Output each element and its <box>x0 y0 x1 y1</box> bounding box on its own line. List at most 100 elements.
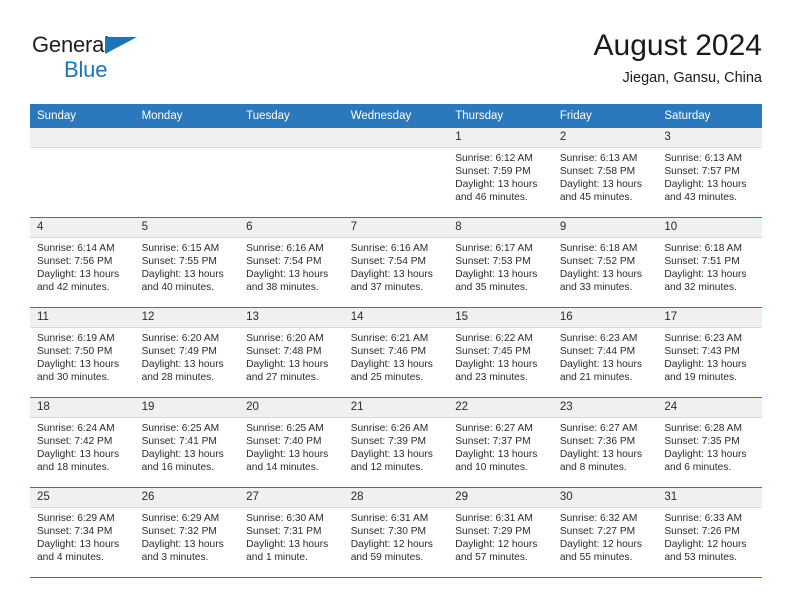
day-details: Sunrise: 6:21 AM Sunset: 7:46 PM Daylight:… <box>344 328 449 384</box>
day-details: Sunrise: 6:16 AM Sunset: 7:54 PM Daylight:… <box>344 238 449 294</box>
day-number: 2 <box>552 128 658 148</box>
day-number: 23 <box>552 398 658 418</box>
daylight-duration-line2: and 27 minutes. <box>246 372 319 384</box>
daylight-duration-line2: and 57 minutes. <box>455 552 528 564</box>
calendar-day-cell[interactable]: 13 Sunrise: 6:20 AM Sunset: 7:48 PM Dayligh… <box>239 307 344 398</box>
day-details: Sunrise: 6:14 AM Sunset: 7:56 PM Daylight:… <box>30 238 135 294</box>
daylight-duration-line1: Daylight: 13 hours <box>455 449 538 461</box>
daylight-duration-line1: Daylight: 13 hours <box>141 449 224 461</box>
weekday-header-wednesday: Wednesday <box>343 104 449 128</box>
day-number: 14 <box>343 308 449 328</box>
generalblue-logo[interactable]: General Blue <box>32 34 252 92</box>
calendar-day-cell[interactable]: 21 Sunrise: 6:26 AM Sunset: 7:39 PM Dayligh… <box>343 397 449 488</box>
day-details: Sunrise: 6:13 AM Sunset: 7:58 PM Daylight:… <box>553 148 658 204</box>
daylight-duration-line2: and 42 minutes. <box>37 282 110 294</box>
day-details: Sunrise: 6:22 AM Sunset: 7:45 PM Daylight:… <box>448 328 553 384</box>
calendar-day-cell[interactable]: 24 Sunrise: 6:28 AM Sunset: 7:35 PM Dayligh… <box>657 397 762 488</box>
day-details: Sunrise: 6:26 AM Sunset: 7:39 PM Daylight:… <box>344 418 449 474</box>
day-number: 19 <box>134 398 240 418</box>
calendar-day-cell[interactable]: 14 Sunrise: 6:21 AM Sunset: 7:46 PM Dayligh… <box>343 307 449 398</box>
calendar-day-cell[interactable]: 30 Sunrise: 6:32 AM Sunset: 7:27 PM Dayligh… <box>552 487 658 578</box>
calendar-day-cell[interactable]: 5 Sunrise: 6:15 AM Sunset: 7:55 PM Daylight… <box>134 217 240 308</box>
day-number: 16 <box>552 308 658 328</box>
sunrise-time: Sunrise: 6:19 AM <box>37 333 115 344</box>
sunrise-time: Sunrise: 6:21 AM <box>350 333 429 344</box>
sunrise-time: Sunrise: 6:27 AM <box>559 423 638 434</box>
day-details: Sunrise: 6:18 AM Sunset: 7:51 PM Daylight:… <box>657 238 762 294</box>
weekday-header-saturday: Saturday <box>657 104 762 128</box>
sunrise-time: Sunrise: 6:18 AM <box>664 243 742 254</box>
logo-triangle-icon <box>105 37 137 54</box>
day-details: Sunrise: 6:19 AM Sunset: 7:50 PM Daylight:… <box>30 328 135 384</box>
calendar-day-cell[interactable]: 2 Sunrise: 6:13 AM Sunset: 7:58 PM Daylight… <box>552 127 658 218</box>
calendar-day-cell[interactable]: 19 Sunrise: 6:25 AM Sunset: 7:41 PM Dayligh… <box>134 397 240 488</box>
day-details: Sunrise: 6:17 AM Sunset: 7:53 PM Daylight:… <box>448 238 553 294</box>
calendar-day-cell[interactable]: 8 Sunrise: 6:17 AM Sunset: 7:53 PM Daylight… <box>448 217 553 308</box>
day-details: Sunrise: 6:30 AM Sunset: 7:31 PM Daylight:… <box>239 508 344 564</box>
daylight-duration-line1: Daylight: 13 hours <box>37 539 120 551</box>
calendar-day-cell[interactable]: 11 Sunrise: 6:19 AM Sunset: 7:50 PM Dayligh… <box>30 307 135 398</box>
day-number: 15 <box>448 308 553 328</box>
calendar-day-cell[interactable]: 22 Sunrise: 6:27 AM Sunset: 7:37 PM Dayligh… <box>448 397 553 488</box>
day-number: 6 <box>239 218 344 238</box>
calendar-day-cell[interactable]: 26 Sunrise: 6:29 AM Sunset: 7:32 PM Dayligh… <box>134 487 240 578</box>
weekday-header-tuesday: Tuesday <box>239 104 344 128</box>
calendar-day-cell[interactable]: 1 Sunrise: 6:12 AM Sunset: 7:59 PM Daylight… <box>448 127 553 218</box>
day-number: 10 <box>657 218 762 238</box>
daylight-duration-line2: and 16 minutes. <box>141 462 215 474</box>
page-title: August 2024 <box>593 29 762 62</box>
calendar-day-cell[interactable]: 23 Sunrise: 6:27 AM Sunset: 7:36 PM Dayligh… <box>552 397 658 488</box>
daylight-duration-line2: and 53 minutes. <box>664 552 737 564</box>
calendar-day-cell[interactable]: 31 Sunrise: 6:33 AM Sunset: 7:26 PM Dayligh… <box>657 487 762 578</box>
sunrise-time: Sunrise: 6:30 AM <box>246 513 324 524</box>
day-number: 8 <box>448 218 553 238</box>
calendar-day-cell[interactable]: 4 Sunrise: 6:14 AM Sunset: 7:56 PM Daylight… <box>30 217 135 308</box>
calendar-day-cell[interactable]: 3 Sunrise: 6:13 AM Sunset: 7:57 PM Daylight… <box>657 127 762 218</box>
day-details: Sunrise: 6:32 AM Sunset: 7:27 PM Daylight:… <box>553 508 658 564</box>
daylight-duration-line1: Daylight: 13 hours <box>141 539 224 551</box>
day-details: Sunrise: 6:25 AM Sunset: 7:41 PM Daylight:… <box>135 418 240 474</box>
calendar-day-cell[interactable]: 17 Sunrise: 6:23 AM Sunset: 7:43 PM Dayligh… <box>657 307 762 398</box>
sunset-time: Sunset: 7:44 PM <box>559 346 636 358</box>
daylight-duration-line1: Daylight: 13 hours <box>350 359 433 371</box>
calendar-day-cell[interactable]: 29 Sunrise: 6:31 AM Sunset: 7:29 PM Dayligh… <box>448 487 553 578</box>
calendar-day-cell[interactable]: 9 Sunrise: 6:18 AM Sunset: 7:52 PM Daylight… <box>552 217 658 308</box>
calendar-week-row: 18 Sunrise: 6:24 AM Sunset: 7:42 PM Dayligh… <box>30 397 762 488</box>
calendar-day-cell[interactable]: 15 Sunrise: 6:22 AM Sunset: 7:45 PM Dayligh… <box>448 307 553 398</box>
sunrise-time: Sunrise: 6:33 AM <box>664 513 742 524</box>
daylight-duration-line1: Daylight: 13 hours <box>664 359 747 371</box>
day-details: Sunrise: 6:29 AM Sunset: 7:34 PM Daylight:… <box>30 508 135 564</box>
day-details: Sunrise: 6:31 AM Sunset: 7:30 PM Daylight:… <box>344 508 449 564</box>
calendar-day-cell[interactable]: 18 Sunrise: 6:24 AM Sunset: 7:42 PM Dayligh… <box>30 397 135 488</box>
sunset-time: Sunset: 7:32 PM <box>141 526 217 538</box>
daylight-duration-line1: Daylight: 12 hours <box>664 539 747 551</box>
calendar-day-cell[interactable]: 25 Sunrise: 6:29 AM Sunset: 7:34 PM Dayligh… <box>30 487 135 578</box>
sunrise-time: Sunrise: 6:22 AM <box>455 333 533 344</box>
day-number <box>30 128 135 148</box>
calendar-day-cell[interactable]: 27 Sunrise: 6:30 AM Sunset: 7:31 PM Dayligh… <box>239 487 344 578</box>
sunset-time: Sunset: 7:40 PM <box>246 436 322 448</box>
calendar-day-cell[interactable]: 16 Sunrise: 6:23 AM Sunset: 7:44 PM Dayligh… <box>552 307 658 398</box>
daylight-duration-line1: Daylight: 13 hours <box>37 449 120 461</box>
calendar-week-row: 4 Sunrise: 6:14 AM Sunset: 7:56 PM Daylight… <box>30 217 762 308</box>
day-details <box>344 148 449 152</box>
calendar-day-cell[interactable]: 12 Sunrise: 6:20 AM Sunset: 7:49 PM Dayligh… <box>134 307 240 398</box>
logo-top-row: General <box>32 34 252 58</box>
sunset-time: Sunset: 7:52 PM <box>559 256 636 268</box>
day-number: 4 <box>30 218 135 238</box>
daylight-duration-line1: Daylight: 13 hours <box>246 269 329 281</box>
sunset-time: Sunset: 7:26 PM <box>664 526 740 538</box>
logo-text-general: General <box>32 32 109 57</box>
calendar-day-cell[interactable]: 20 Sunrise: 6:25 AM Sunset: 7:40 PM Dayligh… <box>239 397 344 488</box>
calendar-day-cell[interactable]: 10 Sunrise: 6:18 AM Sunset: 7:51 PM Dayligh… <box>657 217 762 308</box>
daylight-duration-line1: Daylight: 13 hours <box>141 269 224 281</box>
sunrise-time: Sunrise: 6:13 AM <box>664 153 742 164</box>
calendar-day-cell[interactable]: 6 Sunrise: 6:16 AM Sunset: 7:54 PM Daylight… <box>239 217 344 308</box>
weekday-header-thursday: Thursday <box>448 104 553 128</box>
calendar-day-cell[interactable]: 7 Sunrise: 6:16 AM Sunset: 7:54 PM Daylight… <box>343 217 449 308</box>
calendar-day-cell[interactable]: 28 Sunrise: 6:31 AM Sunset: 7:30 PM Dayligh… <box>343 487 449 578</box>
sunset-time: Sunset: 7:36 PM <box>559 436 636 448</box>
daylight-duration-line2: and 30 minutes. <box>37 372 110 384</box>
sunset-time: Sunset: 7:53 PM <box>455 256 531 268</box>
weekday-header-sunday: Sunday <box>30 104 135 128</box>
